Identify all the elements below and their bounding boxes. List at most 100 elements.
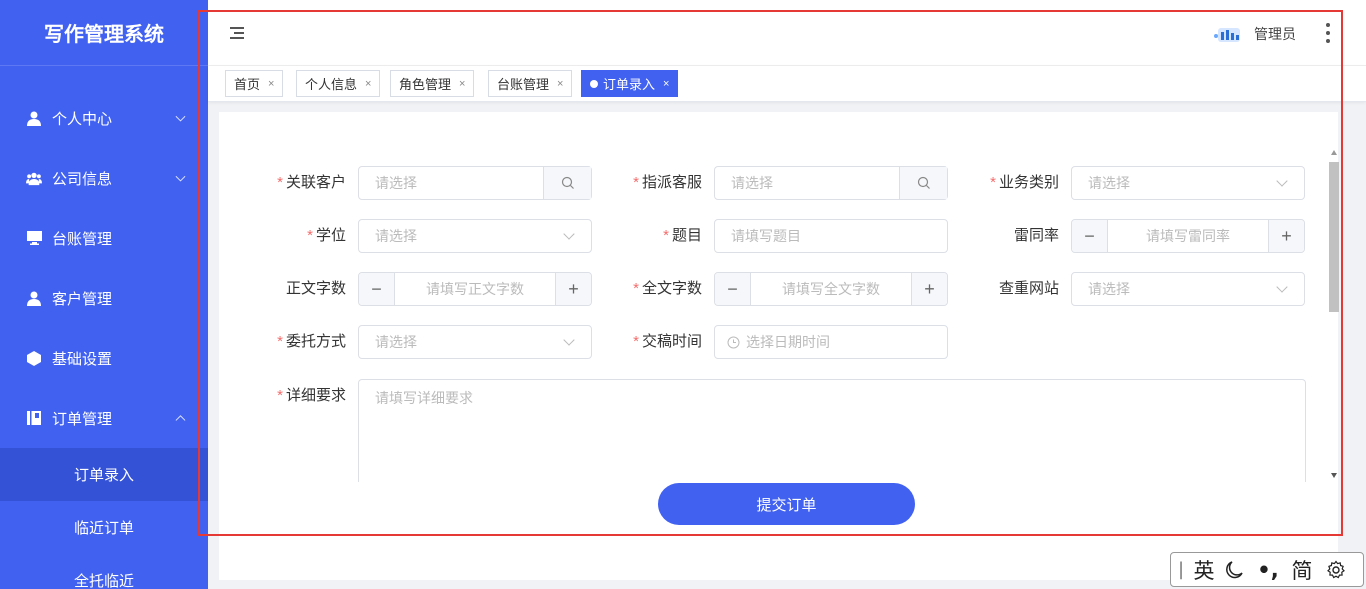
increment-button[interactable]: +	[555, 273, 591, 305]
topic-input[interactable]: 请填写题目	[714, 219, 948, 253]
top-header: 管理员	[208, 0, 1366, 66]
tab-label: 订单录入	[603, 77, 656, 92]
charset-toggle[interactable]: 简	[1285, 555, 1319, 585]
service-placeholder: 请选择	[731, 175, 773, 191]
topic-placeholder: 请填写题目	[731, 228, 801, 244]
close-icon[interactable]: ×	[365, 78, 371, 90]
business-type-placeholder: 请选择	[1088, 175, 1130, 191]
chevron-down-icon	[175, 171, 186, 182]
sidebar-item-ledger[interactable]: 台账管理	[0, 208, 208, 268]
scroll-thumb[interactable]	[1329, 162, 1339, 312]
sidebar-item-customers[interactable]: 客户管理	[0, 268, 208, 328]
sidebar-item-basic-settings[interactable]: 基础设置	[0, 328, 208, 388]
customer-label: * 关联客户	[277, 174, 346, 191]
deadline-placeholder: 选择日期时间	[746, 334, 830, 350]
similarity-label: 雷同率	[1013, 227, 1059, 244]
total-words-label: * 全文字数	[633, 280, 702, 297]
increment-button[interactable]: +	[911, 273, 947, 305]
close-icon[interactable]: ×	[557, 78, 563, 90]
degree-placeholder: 请选择	[375, 228, 417, 244]
topic-label: * 题目	[663, 227, 702, 244]
decrement-button[interactable]: −	[359, 273, 395, 305]
chevron-down-icon	[563, 334, 575, 346]
total-words-stepper[interactable]: − 请填写全文字数 +	[714, 272, 948, 306]
decrement-button[interactable]: −	[1072, 220, 1108, 252]
increment-button[interactable]: +	[1268, 220, 1304, 252]
clock-icon	[727, 336, 740, 348]
check-site-label: 查重网站	[998, 280, 1059, 297]
search-button[interactable]	[543, 167, 591, 199]
tab-home[interactable]: 首页 ×	[225, 70, 284, 97]
body-words-stepper[interactable]: − 请填写正文字数 +	[358, 272, 592, 306]
degree-label: * 学位	[307, 227, 346, 244]
sidebar-item-label: 基础设置	[52, 350, 113, 368]
ime-handle[interactable]: |	[1171, 559, 1191, 580]
decrement-button[interactable]: −	[715, 273, 751, 305]
chevron-up-icon	[175, 415, 186, 426]
content-scrollbar[interactable]	[1328, 148, 1340, 482]
ime-mode-toggle[interactable]: 英	[1191, 555, 1217, 585]
sidebar-item-label: 公司信息	[52, 170, 113, 188]
submit-order-button[interactable]: 提交订单	[658, 483, 915, 525]
deadline-label: * 交稿时间	[633, 333, 702, 350]
tab-order-entry[interactable]: 订单录入 ×	[581, 70, 679, 97]
user-icon	[26, 110, 42, 126]
detail-label: * 详细要求	[277, 387, 346, 404]
sidebar-subitem-full-near[interactable]: 全托临近	[0, 554, 208, 589]
customer-placeholder: 请选择	[375, 175, 417, 191]
customer-select[interactable]: 请选择	[358, 166, 592, 200]
tab-role-management[interactable]: 角色管理 ×	[390, 70, 475, 97]
similarity-stepper[interactable]: − 请填写雷同率 +	[1071, 219, 1305, 253]
sidebar-item-label: 个人中心	[52, 110, 113, 128]
sidebar-item-label: 客户管理	[52, 290, 113, 308]
tags-view: 首页 × 个人信息 × 角色管理 × 台账管理 × 订单录入 ×	[208, 66, 1366, 102]
body-words-label: 正文字数	[285, 280, 346, 297]
total-words-placeholder: 请填写全文字数	[782, 281, 880, 297]
moon-icon[interactable]	[1217, 560, 1251, 580]
user-menu[interactable]: 管理员	[1212, 24, 1296, 44]
user-name: 管理员	[1254, 26, 1296, 42]
sidebar-item-label: 台账管理	[52, 230, 113, 248]
close-icon[interactable]: ×	[459, 78, 465, 90]
sidebar-item-label: 订单管理	[52, 410, 113, 428]
ledger-icon	[26, 410, 42, 426]
degree-select[interactable]: 请选择	[358, 219, 592, 253]
service-select[interactable]: 请选择	[714, 166, 948, 200]
search-icon	[917, 176, 930, 189]
entrust-select[interactable]: 请选择	[358, 325, 592, 359]
business-type-select[interactable]: 请选择	[1071, 166, 1305, 200]
user-icon	[26, 290, 42, 306]
tab-ledger-management[interactable]: 台账管理 ×	[488, 70, 573, 97]
sidebar-subitem-order-entry[interactable]: 订单录入	[0, 448, 208, 501]
sidebar-item-orders[interactable]: 订单管理	[0, 388, 208, 448]
cube-icon	[26, 350, 42, 366]
users-icon	[26, 170, 42, 186]
check-site-placeholder: 请选择	[1088, 281, 1130, 297]
entrust-label: * 委托方式	[277, 333, 346, 350]
check-site-select[interactable]: 请选择	[1071, 272, 1305, 306]
close-icon[interactable]: ×	[268, 78, 274, 90]
close-icon[interactable]: ×	[663, 78, 669, 90]
sidebar-item-personal-center[interactable]: 个人中心	[0, 88, 208, 148]
deadline-picker[interactable]: 选择日期时间	[714, 325, 948, 359]
business-type-label: * 业务类别	[990, 174, 1059, 191]
detail-textarea[interactable]: 请填写详细要求	[358, 379, 1306, 489]
sidebar-item-company-info[interactable]: 公司信息	[0, 148, 208, 208]
search-button[interactable]	[899, 167, 947, 199]
scroll-up-icon[interactable]	[1331, 150, 1337, 155]
sidebar: 写作管理系统 个人中心 公司信息 台账管理 客户管理 基础设置 订单管理 订单录…	[0, 0, 208, 589]
punctuation-toggle[interactable]: •,	[1251, 558, 1285, 582]
menu-fold-icon[interactable]	[230, 27, 244, 39]
avatar	[1214, 28, 1240, 42]
sidebar-subitem-near-orders[interactable]: 临近订单	[0, 501, 208, 554]
entrust-placeholder: 请选择	[375, 334, 417, 350]
gear-icon[interactable]	[1319, 560, 1353, 580]
scroll-down-icon[interactable]	[1331, 473, 1337, 478]
body-words-placeholder: 请填写正文字数	[426, 281, 524, 297]
tab-label: 台账管理	[497, 77, 550, 92]
tab-label: 角色管理	[399, 77, 452, 92]
detail-placeholder: 请填写详细要求	[375, 390, 473, 406]
more-vertical-icon[interactable]	[1326, 23, 1330, 43]
ime-toolbar: | 英 •, 简	[1170, 552, 1364, 587]
tab-personal-info[interactable]: 个人信息 ×	[296, 70, 381, 97]
